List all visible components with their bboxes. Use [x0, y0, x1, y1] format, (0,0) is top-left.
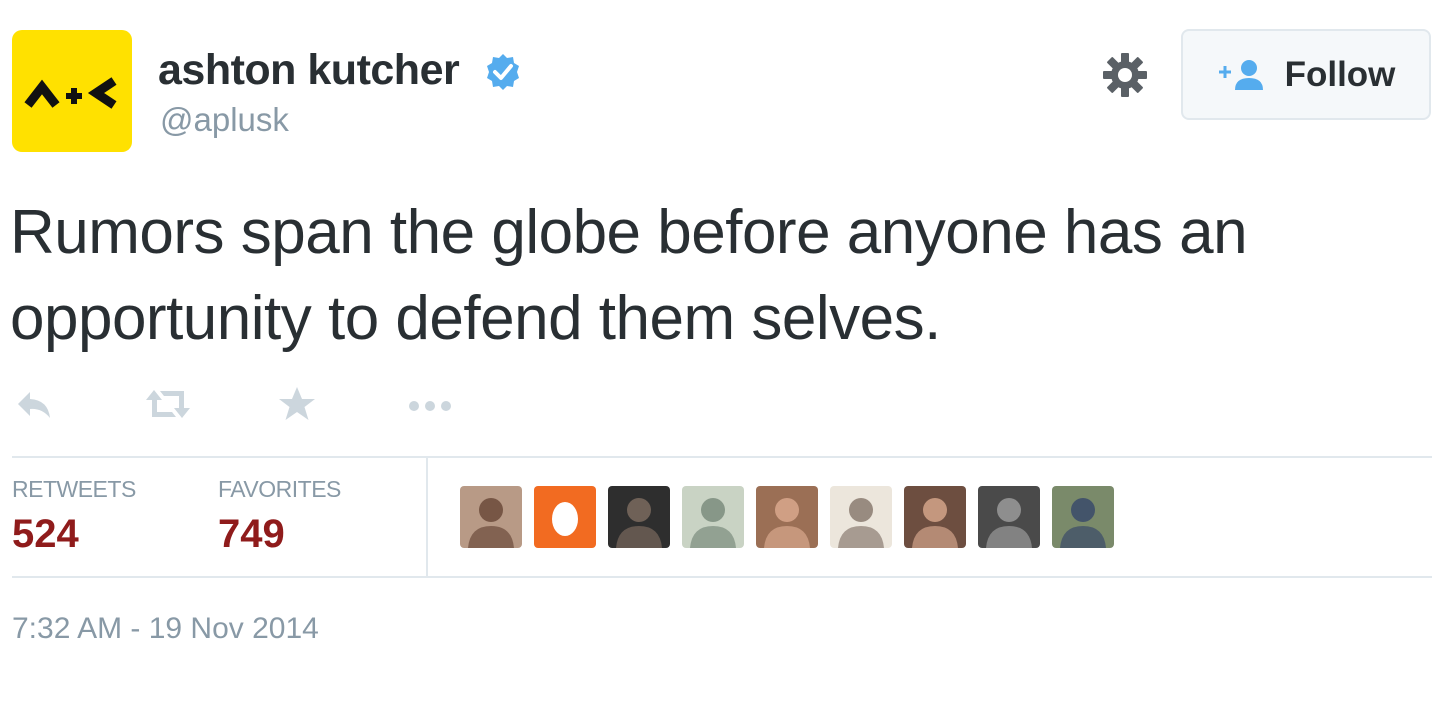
favoriter-avatar-3[interactable]: [608, 486, 670, 548]
add-user-icon: [1218, 59, 1263, 90]
reply-icon[interactable]: [14, 384, 54, 424]
retweets-label[interactable]: RETWEETS: [12, 476, 136, 503]
favoriter-avatar-4[interactable]: [682, 486, 744, 548]
verified-badge-icon: [487, 54, 519, 90]
follow-button[interactable]: Follow: [1181, 29, 1431, 120]
retweet-icon[interactable]: [142, 384, 194, 424]
favorites-count[interactable]: 749: [218, 512, 285, 557]
user-handle[interactable]: @aplusk: [160, 101, 289, 139]
gear-icon[interactable]: [1100, 50, 1150, 100]
favoriter-avatar-7[interactable]: [904, 486, 966, 548]
favoriter-avatar-8[interactable]: [978, 486, 1040, 548]
tweet-text: Rumors span the globe before anyone has …: [10, 198, 1248, 353]
stats-bottom-divider: [12, 576, 1432, 578]
favoriter-avatar-1[interactable]: [460, 486, 522, 548]
retweets-count[interactable]: 524: [12, 512, 79, 557]
favoriter-avatar-9[interactable]: [1052, 486, 1114, 548]
stats-top-divider: [12, 456, 1432, 458]
favoriter-avatar-5[interactable]: [756, 486, 818, 548]
follow-button-label: Follow: [1284, 54, 1396, 94]
favoriter-avatar-6[interactable]: [830, 486, 892, 548]
user-display-name[interactable]: ashton kutcher: [158, 46, 460, 95]
stats-vertical-divider: [426, 458, 428, 576]
favorite-icon[interactable]: [277, 384, 317, 424]
tweet-timestamp[interactable]: 7:32 AM - 19 Nov 2014: [12, 612, 319, 646]
profile-avatar[interactable]: [12, 30, 132, 152]
more-icon[interactable]: [406, 384, 454, 424]
favoriter-avatar-2[interactable]: [534, 486, 596, 548]
aplusk-logo-icon: [24, 77, 117, 109]
favorites-label[interactable]: FAVORITES: [218, 476, 341, 503]
